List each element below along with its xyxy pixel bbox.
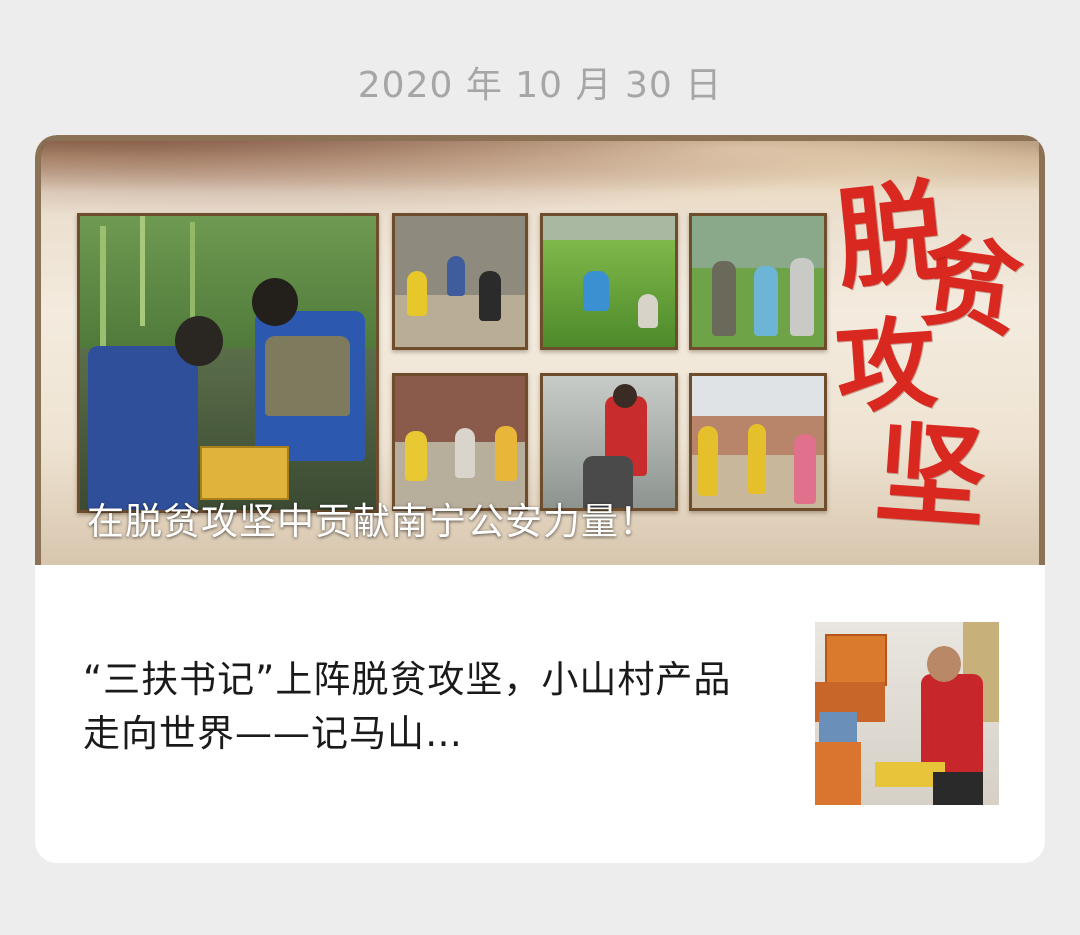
article-item[interactable]: “三扶书记”上阵脱贫攻坚，小山村产品走向世界——记马山…	[35, 565, 1045, 863]
article-thumbnail[interactable]	[815, 622, 999, 805]
message-date: 2020 年 10 月 30 日	[357, 65, 723, 106]
cover-photo-porch	[392, 213, 528, 350]
cover-photo-village-road	[689, 373, 827, 511]
cover-photo-pond	[77, 213, 379, 513]
calligraphy-title: 脱 贫 攻 坚	[830, 166, 1036, 544]
cover-photo-rice-field	[540, 213, 678, 350]
thumb-person	[921, 674, 983, 774]
calligraphy-char-3: 攻	[832, 303, 940, 429]
banner-slogan: 在脱贫攻坚中贡献南宁公安力量！	[87, 500, 657, 543]
cover-banner[interactable]: 脱 贫 攻 坚 在脱贫攻坚中贡献南宁公安力量！	[35, 135, 1045, 565]
cover-photo-officials	[689, 213, 827, 350]
article-card[interactable]: 脱 贫 攻 坚 在脱贫攻坚中贡献南宁公安力量！ “三扶书记”上阵脱贫攻坚，小山村…	[35, 135, 1045, 863]
calligraphy-char-4: 坚	[871, 407, 991, 544]
article-title[interactable]: “三扶书记”上阵脱贫攻坚，小山村产品走向世界——记马山…	[83, 653, 763, 761]
